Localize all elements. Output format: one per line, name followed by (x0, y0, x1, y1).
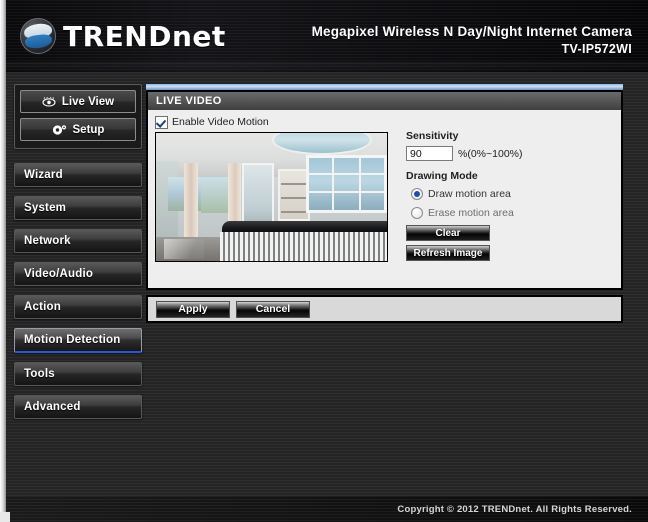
setup-label: Setup (72, 123, 105, 136)
sidebar: Live View Setup Wizard System Network Vi… (14, 84, 142, 428)
copyright-text: Copyright © 2012 TRENDnet. All Rights Re… (397, 503, 632, 515)
globe-swoosh-logo-icon (20, 18, 56, 54)
sidebar-item-motion-detection[interactable]: Motion Detection (14, 328, 142, 353)
camera-admin-page: TRENDnet Megapixel Wireless N Day/Night … (0, 0, 648, 522)
product-identity: Megapixel Wireless N Day/Night Internet … (312, 24, 632, 56)
sidebar-item-network[interactable]: Network (14, 229, 142, 253)
sidebar-item-label: Advanced (24, 401, 81, 413)
live-view-button[interactable]: Live View (20, 90, 136, 113)
panel-title: LIVE VIDEO (148, 92, 621, 110)
erase-motion-area-label: Erase motion area (428, 207, 514, 219)
draw-motion-area-radio[interactable] (411, 188, 423, 200)
sidebar-item-label: Network (24, 235, 71, 247)
action-bar-wrapper: Apply Cancel (146, 295, 623, 323)
sensitivity-row: %(0%~100%) (406, 146, 621, 161)
main-content: LIVE VIDEO Enable Video Motion Sensitivi… (146, 84, 623, 323)
sidebar-item-label: Action (24, 301, 61, 313)
sidebar-item-action[interactable]: Action (14, 295, 142, 319)
sidebar-item-label: System (24, 202, 67, 214)
live-video-panel: LIVE VIDEO Enable Video Motion Sensitivi… (146, 90, 623, 290)
draw-motion-area-radio-row[interactable]: Draw motion area (406, 186, 621, 202)
enable-video-motion-checkbox[interactable] (155, 115, 168, 129)
page-header: TRENDnet Megapixel Wireless N Day/Night … (6, 0, 648, 72)
mode-switch-group: Live View Setup (14, 84, 142, 149)
window-left-frame (0, 0, 6, 522)
sidebar-item-label: Tools (24, 368, 55, 380)
live-view-label: Live View (61, 95, 115, 108)
cancel-button[interactable]: Cancel (236, 300, 310, 318)
drawing-mode-label: Drawing Mode (406, 170, 478, 182)
enable-video-motion-label: Enable Video Motion (172, 116, 269, 128)
apply-button[interactable]: Apply (156, 300, 230, 318)
gear-icon (52, 124, 67, 136)
sensitivity-unit: %(0%~100%) (458, 147, 523, 160)
sidebar-nav: Wizard System Network Video/Audio Action… (14, 163, 142, 419)
product-title: Megapixel Wireless N Day/Night Internet … (311, 24, 632, 39)
controls-column: Sensitivity %(0%~100%) Drawing Mode Draw… (395, 114, 621, 282)
window-corner-frame (0, 512, 10, 522)
draw-motion-area-label: Draw motion area (428, 188, 511, 200)
sidebar-item-advanced[interactable]: Advanced (14, 395, 142, 419)
enable-video-motion-row[interactable]: Enable Video Motion (155, 114, 395, 130)
erase-motion-area-radio[interactable] (411, 207, 423, 219)
sidebar-item-label: Wizard (24, 169, 63, 181)
page-footer: Copyright © 2012 TRENDnet. All Rights Re… (6, 496, 648, 522)
clear-button[interactable]: Clear (406, 225, 490, 241)
erase-motion-area-radio-row[interactable]: Erase motion area (406, 205, 621, 221)
eye-icon (42, 96, 56, 107)
sidebar-item-video-audio[interactable]: Video/Audio (14, 262, 142, 286)
refresh-image-button[interactable]: Refresh Image (406, 245, 490, 261)
sidebar-item-tools[interactable]: Tools (14, 362, 142, 386)
product-model: TV-IP572WI (561, 42, 632, 56)
live-video-preview[interactable] (155, 132, 388, 262)
panel-body: Enable Video Motion Sensitivity 90 %(0%~… (148, 110, 621, 288)
setup-button[interactable]: Setup (20, 118, 136, 141)
sidebar-item-wizard[interactable]: Wizard (14, 163, 142, 187)
sidebar-item-label: Video/Audio (24, 268, 94, 280)
sidebar-item-system[interactable]: System (14, 196, 142, 220)
sensitivity-label: Sensitivity (406, 130, 459, 142)
brand-logo: TRENDnet (20, 18, 226, 54)
action-bar: Apply Cancel (148, 297, 621, 321)
sensitivity-input[interactable] (406, 146, 453, 161)
brand-name: TRENDnet (63, 19, 226, 53)
video-column: Enable Video Motion (148, 114, 395, 282)
sidebar-item-label: Motion Detection (24, 334, 121, 346)
